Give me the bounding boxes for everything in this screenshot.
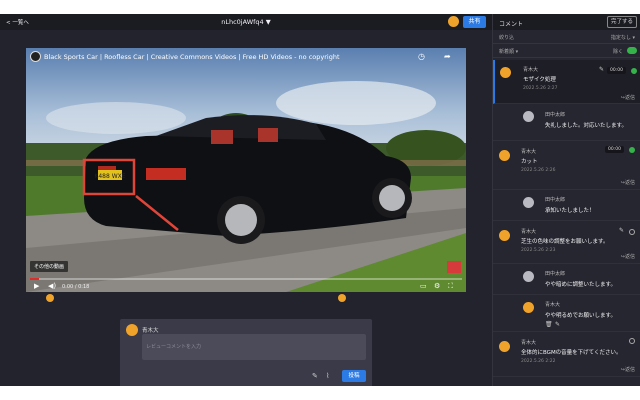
avatar [523, 271, 534, 282]
license-plate: K488 WXE [94, 173, 125, 180]
sort-dropdown[interactable]: 新着順 ▾ [499, 48, 518, 55]
trash-icon[interactable]: 🗑 [545, 321, 553, 328]
volume-icon[interactable]: ◀) [48, 282, 56, 290]
comment-date: 2022.5.26 2:26 [521, 168, 556, 173]
clock-icon[interactable]: ◷ [418, 52, 425, 61]
check-icon[interactable] [629, 147, 635, 153]
comment-text: 芝生の色味の調整をお願いします。 [521, 239, 609, 245]
comment-text: やや明るめでお願いします。 [545, 313, 616, 319]
avatar [523, 302, 534, 313]
comment-text: モザイク処理 [523, 77, 556, 83]
youtube-badge-icon[interactable] [447, 261, 461, 273]
comment-item[interactable]: 田中太郎 承知いたしました！ [493, 191, 640, 221]
comment-text: 全体的にBGMの音量を下げてください。 [521, 350, 622, 356]
pen-icon[interactable]: ✎ [312, 372, 318, 380]
panel-header: コメント 完了する [493, 14, 640, 30]
video-player[interactable]: K488 WXE Black Sports Car | Roofless Car… [26, 48, 466, 292]
comment-author: 青木大 [521, 229, 537, 235]
edit-icon[interactable]: ✎ [599, 66, 604, 73]
comment-item[interactable]: 青木大 芝生の色味の調整をお願いします。 2022.5.26 2:23 ✎ ↪返… [493, 222, 640, 264]
video-title[interactable]: Black Sports Car | Roofless Car | Creati… [44, 53, 340, 61]
comment-panel: コメント 完了する 絞り込 指定なし ▾ 新着順 ▾ 除く 青木大 モザイク処理… [492, 14, 640, 386]
post-button[interactable]: 投稿 [342, 370, 366, 382]
comment-item[interactable]: 田中太郎 失礼しました。対応いたします。 [493, 105, 640, 141]
filter-dropdown[interactable]: 指定なし ▾ [611, 34, 635, 41]
filter-label: 絞り込 [499, 35, 515, 41]
avatar [523, 111, 534, 122]
comment-author: 田中太郎 [545, 271, 566, 277]
avatar [499, 230, 510, 241]
avatar [500, 67, 511, 78]
video-time: 0:00 / 0:18 [62, 284, 90, 290]
comment-author: 青木大 [521, 340, 537, 346]
video-id-dropdown[interactable]: nLhc0jAWfq4 ▼ [0, 18, 492, 26]
avatar [499, 150, 510, 161]
exclude-label: 除く [612, 49, 623, 55]
comment-text: やや暗めに調整いたします。 [545, 282, 616, 288]
check-icon[interactable] [629, 338, 635, 344]
comment-timecode[interactable]: 00:00 [605, 146, 624, 153]
play-icon[interactable]: ▶ [34, 282, 39, 290]
avatar [126, 324, 138, 336]
reply-link[interactable]: ↪返信 [621, 253, 635, 260]
reply-link[interactable]: ↪返信 [621, 94, 635, 101]
share-icon[interactable]: ➦ [444, 52, 451, 61]
reply-link[interactable]: ↪返信 [621, 366, 635, 373]
comment-item[interactable]: 田中太郎 やや暗めに調整いたします。 [493, 265, 640, 295]
comment-author: 田中太郎 [545, 197, 566, 203]
filter-row: 絞り込 指定なし ▾ [493, 30, 640, 44]
timeline-comment-marker[interactable] [46, 294, 54, 302]
user-avatar[interactable] [448, 16, 459, 27]
comment-date: 2022.5.26 2:22 [521, 359, 556, 364]
progress-bar[interactable] [30, 278, 462, 280]
comment-date: 2022.5.26 2:27 [523, 86, 558, 91]
comment-composer: 青木大 ✎ ⌇ 投稿 [120, 319, 372, 386]
paperclip-icon[interactable]: ⌇ [326, 372, 329, 380]
comment-item[interactable]: 青木大 カット 2022.5.26 2:26 00:00 ↪返信 [493, 142, 640, 190]
comment-timecode[interactable]: 00:00 [607, 67, 626, 74]
app-frame: < 一覧へ nLhc0jAWfq4 ▼ 共有 K488 WXE Black Sp… [0, 14, 640, 386]
more-videos-label[interactable]: その他の動画 [30, 261, 69, 272]
composer-user-name: 青木大 [142, 328, 159, 334]
comment-text: 失礼しました。対応いたします。 [545, 123, 627, 129]
timeline-comment-marker[interactable] [338, 294, 346, 302]
comment-text: カット [521, 159, 538, 165]
comment-text: 承知いたしました！ [545, 208, 595, 214]
comment-item[interactable]: 青木大 全体的にBGMの音量を下げてください。 2022.5.26 2:22 ↪… [493, 333, 640, 377]
avatar [523, 197, 534, 208]
youtube-logo-icon[interactable] [30, 51, 41, 62]
avatar [499, 341, 510, 352]
comment-item[interactable]: 青木大 モザイク処理 2022.5.26 2:27 ✎ 00:00 ↪返信 [493, 60, 640, 104]
panel-title: コメント [499, 21, 524, 28]
top-bar: < 一覧へ nLhc0jAWfq4 ▼ 共有 [0, 14, 492, 30]
comment-item[interactable]: 青木大 やや明るめでお願いします。 🗑 ✎ [493, 296, 640, 332]
comment-author: 田中太郎 [545, 112, 566, 118]
edit-icon[interactable]: ✎ [619, 227, 624, 234]
comment-author: 青木大 [521, 149, 537, 155]
video-frame: K488 WXE [26, 48, 466, 292]
fullscreen-icon[interactable]: ⛶ [448, 282, 453, 291]
edit-icon[interactable]: ✎ [555, 321, 560, 328]
review-comment-input[interactable] [142, 334, 366, 360]
check-icon[interactable] [631, 68, 637, 74]
progress-fill [30, 278, 39, 280]
comment-author: 青木大 [523, 67, 539, 73]
exclude-toggle[interactable] [627, 47, 637, 54]
reply-link[interactable]: ↪返信 [621, 179, 635, 186]
comment-author: 青木大 [545, 302, 561, 308]
check-icon[interactable] [629, 229, 635, 235]
subtitles-icon[interactable]: ▭ [420, 282, 427, 290]
sort-row: 新着順 ▾ 除く [493, 44, 640, 58]
complete-button[interactable]: 完了する [607, 16, 637, 28]
comment-date: 2022.5.26 2:23 [521, 248, 556, 253]
settings-icon[interactable]: ⚙ [434, 282, 440, 290]
share-button[interactable]: 共有 [463, 16, 486, 28]
